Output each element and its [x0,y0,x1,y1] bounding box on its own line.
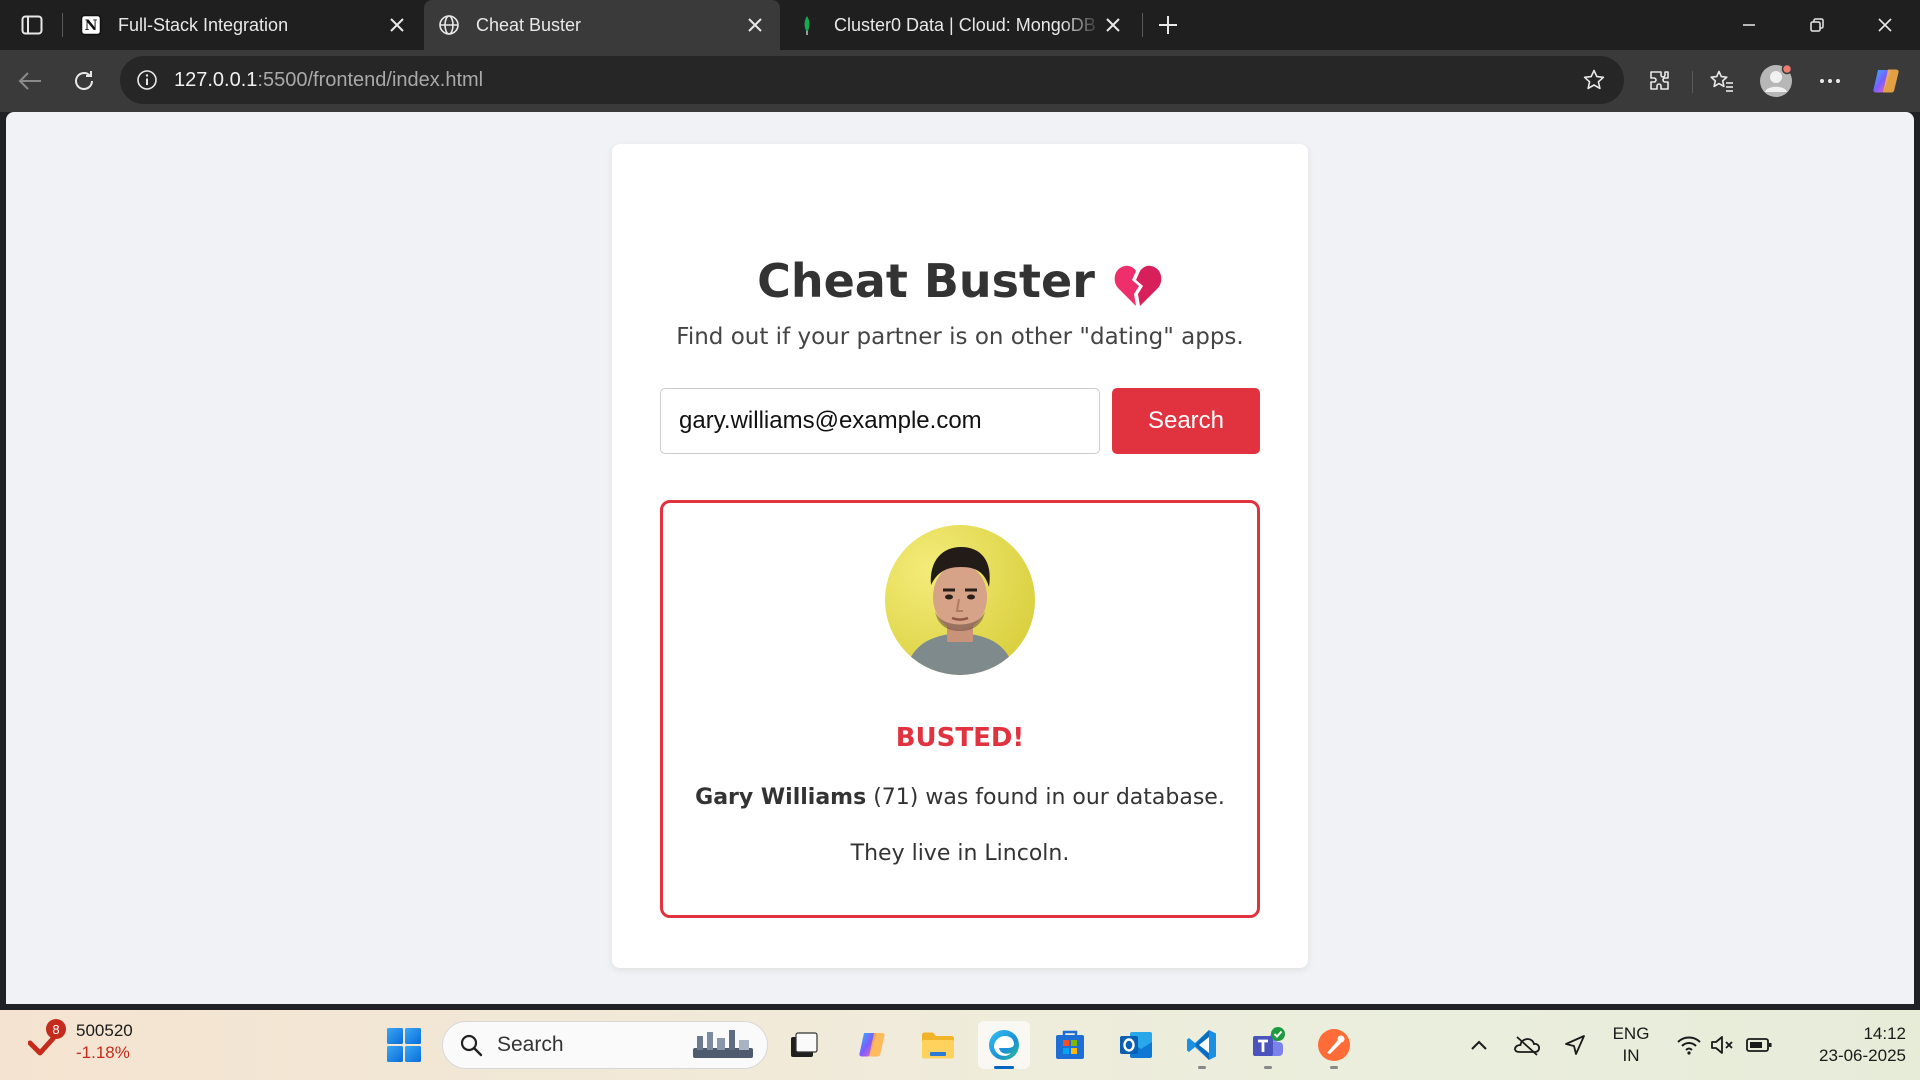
clock-time: 14:12 [1863,1024,1906,1043]
notion-icon: N [80,14,102,36]
search-button[interactable]: Search [1112,388,1260,454]
busted-status: BUSTED! [895,723,1025,753]
clock[interactable]: 14:12 23-06-2025 [1786,1023,1906,1067]
show-hidden-icons-chevron-icon[interactable] [1464,1030,1494,1060]
stock-value: 500520 [76,1021,133,1040]
tab-actions-menu-icon[interactable] [14,11,50,39]
url-path: :5500/frontend/index.html [257,68,484,91]
tab-strip: N Full-Stack Integration Cheat Buster Cl… [0,0,1920,50]
reload-button[interactable] [66,63,102,99]
search-icon [459,1033,483,1057]
close-tab-icon[interactable] [386,14,408,36]
file-explorer-icon[interactable] [912,1021,964,1069]
close-window-button[interactable] [1856,0,1914,50]
stock-change: -1.18% [76,1043,130,1062]
close-icon [1878,18,1892,32]
tab-title: Cluster0 Data | Cloud: MongoDB Cloud [834,14,1102,35]
edge-browser-icon[interactable] [978,1021,1030,1069]
minimize-button[interactable] [1720,0,1778,50]
language-indicator[interactable]: ENG IN [1606,1023,1656,1067]
tab-mongodb-cluster[interactable]: Cluster0 Data | Cloud: MongoDB Cloud [782,0,1138,50]
tab-title: Full-Stack Integration [118,14,289,35]
teams-icon[interactable] [1242,1021,1294,1069]
taskbar: 8 500520 -1.18% Search ENG IN 14:12 23-0… [0,1010,1920,1080]
volume-muted-icon[interactable] [1708,1030,1738,1060]
stock-chart-icon: 8 [27,1019,66,1061]
tab-full-stack-integration[interactable]: N Full-Stack Integration [66,0,422,50]
notification-badge: 8 [46,1019,66,1039]
vscode-icon[interactable] [1176,1021,1228,1069]
page-title-text: Cheat Buster [757,254,1095,308]
wifi-icon[interactable] [1674,1030,1704,1060]
task-view-icon[interactable] [778,1021,830,1069]
page-viewport: Cheat Buster Find out if your partner is… [6,112,1914,1004]
result-name: Gary Williams [695,785,867,810]
tab-separator [1142,13,1143,37]
microsoft-store-icon[interactable] [1044,1021,1096,1069]
result-card: BUSTED! Gary Williams (71) was found in … [660,500,1260,918]
reload-icon [75,71,93,90]
url-text: 127.0.0.1:5500/frontend/index.html [174,69,483,92]
profile-photo [885,525,1035,675]
copilot-icon[interactable] [1868,63,1904,99]
taskbar-search-label: Search [497,1033,564,1056]
minimize-icon [1743,24,1755,26]
clock-date: 23-06-2025 [1819,1046,1906,1065]
app-running-indicator [1198,1066,1206,1069]
restore-icon [1810,18,1824,32]
stock-widget[interactable]: 8 500520 -1.18% [27,1019,133,1064]
plus-icon [1159,16,1177,34]
app-running-indicator [1264,1066,1272,1069]
toolbar-separator [1692,71,1693,93]
restore-button[interactable] [1788,0,1846,50]
email-search-input[interactable] [660,388,1100,454]
url-host: 127.0.0.1 [174,68,258,91]
app-running-indicator [1330,1066,1338,1069]
page-title: Cheat Buster [612,254,1308,308]
copilot-taskbar-icon[interactable] [846,1021,898,1069]
mongodb-leaf-icon [796,14,818,36]
result-found-text: was found in our database. [925,785,1225,810]
language-region: IN [1622,1046,1640,1065]
more-menu-icon[interactable] [1812,63,1848,99]
search-highlight-icon [691,1028,755,1067]
page-subtitle: Find out if your partner is on other "da… [676,324,1244,350]
city-message: They live in Lincoln. [850,841,1070,866]
site-info-icon[interactable] [134,67,160,93]
outlook-icon[interactable] [1110,1021,1162,1069]
language-code: ENG [1612,1024,1650,1043]
profile-avatar-icon[interactable] [1758,63,1794,99]
extensions-icon[interactable] [1642,63,1678,99]
new-tab-button[interactable] [1152,9,1184,41]
address-bar-row: 127.0.0.1:5500/frontend/index.html [0,50,1920,112]
close-tab-icon[interactable] [1102,14,1124,36]
globe-icon [438,14,460,36]
location-icon[interactable] [1560,1030,1590,1060]
windows-start-icon[interactable] [378,1021,430,1069]
battery-icon[interactable] [1744,1030,1774,1060]
app-card: Cheat Buster Find out if your partner is… [612,144,1308,968]
address-bar[interactable]: 127.0.0.1:5500/frontend/index.html [120,56,1624,104]
tab-separator [62,13,63,37]
result-age: (71) [873,785,919,810]
tab-title: Cheat Buster [476,14,582,35]
back-button[interactable] [12,63,48,99]
found-message: Gary Williams (71) was found in our data… [663,785,1257,810]
close-tab-icon[interactable] [744,14,766,36]
svg-text:N: N [85,18,98,34]
favorite-star-icon[interactable] [1580,66,1608,94]
favorites-icon[interactable] [1704,63,1740,99]
tab-cheat-buster[interactable]: Cheat Buster [424,0,780,50]
onedrive-offline-icon[interactable] [1512,1030,1542,1060]
broken-heart-icon [1113,262,1163,308]
postman-icon[interactable] [1308,1021,1360,1069]
back-arrow-icon [18,72,41,90]
app-active-indicator [994,1066,1014,1069]
taskbar-search-box[interactable]: Search [442,1021,768,1069]
